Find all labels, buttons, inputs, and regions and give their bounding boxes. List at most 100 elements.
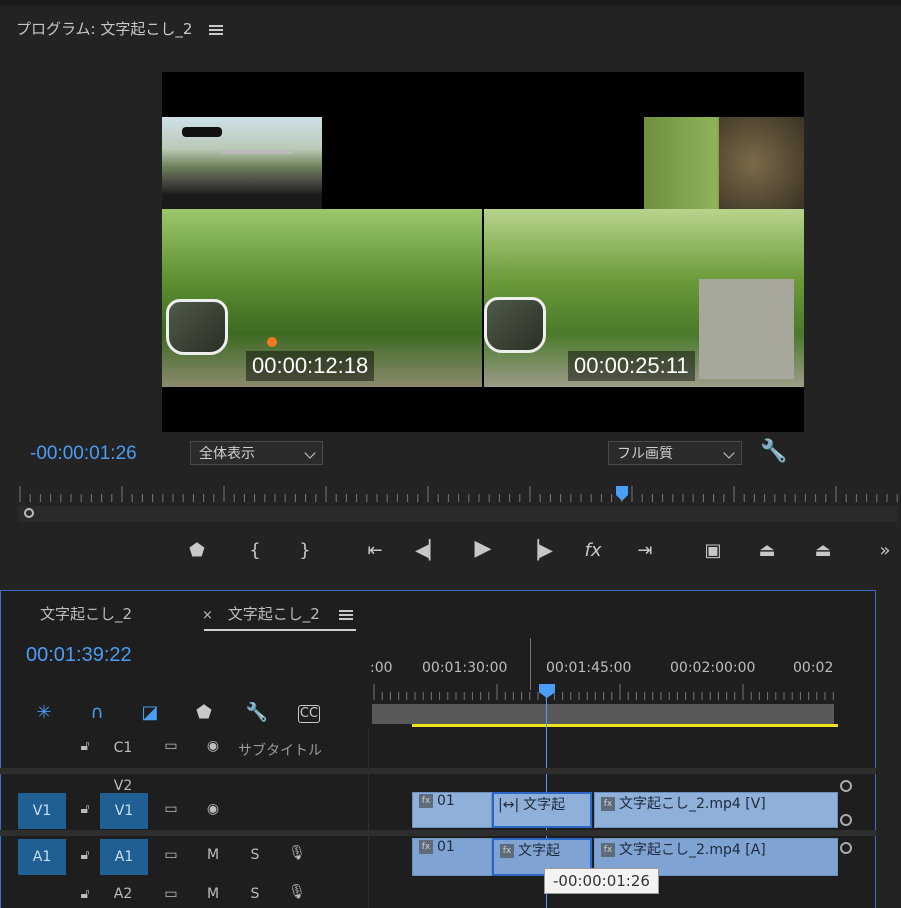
tab-label: 文字起こし_2 [40, 605, 133, 623]
fx-icon: fx [419, 794, 433, 808]
sync-lock-icon[interactable]: ▭ [156, 738, 186, 754]
add-marker-icon[interactable]: ⬟ [192, 702, 216, 723]
snap-magnet-icon[interactable]: ∩ [85, 702, 109, 723]
zoom-level-value: 全体表示 [199, 446, 255, 462]
trim-tooltip: -00:00:01:26 [544, 868, 659, 894]
step-forward-button[interactable]: ▕▶ [524, 540, 554, 561]
lock-icon[interactable]: 🔓︎ [70, 886, 100, 902]
fx-icon[interactable]: fx [578, 540, 608, 561]
sync-lock-icon[interactable]: ▭ [156, 847, 186, 863]
mute-button[interactable]: M [198, 886, 228, 902]
zoom-level-select[interactable]: 全体表示 [190, 441, 323, 465]
ripple-trim-icon: |↔| [498, 797, 520, 813]
video-clip-selected[interactable]: |↔| 文字起 [492, 792, 592, 828]
timeline-timecode[interactable]: 00:01:39:22 [26, 644, 132, 667]
add-marker-button[interactable]: ⬟ [182, 540, 212, 561]
solo-button[interactable]: S [240, 847, 270, 863]
captions-icon[interactable]: CC [298, 705, 320, 723]
insert-button[interactable]: ▣ [698, 540, 728, 561]
microphone-icon[interactable]: 🎙︎ [282, 884, 312, 900]
sync-lock-icon[interactable]: ▭ [156, 886, 186, 902]
program-monitor-title-text: プログラム: 文字起こし_2 [16, 20, 193, 38]
audio-clip[interactable]: fx 01 [412, 838, 492, 876]
work-area-range [412, 724, 838, 727]
fx-icon: fx [601, 843, 615, 857]
track-a1-target[interactable]: A1 [100, 839, 148, 875]
scroll-handle[interactable] [24, 508, 34, 518]
program-zoom-scrollbar[interactable] [18, 506, 898, 522]
source-patch-a1[interactable]: A1 [18, 839, 66, 875]
overlay-timecode-2: 00:00:25:11 [568, 351, 695, 381]
panel-menu-icon[interactable] [338, 609, 353, 620]
linked-selection-icon[interactable]: ◪ [138, 702, 162, 723]
ruler-label: :00 [370, 660, 393, 676]
program-monitor-title: プログラム: 文字起こし_2 [16, 18, 224, 39]
sync-lock-icon[interactable]: ▭ [156, 801, 186, 817]
playback-quality-value: フル画質 [617, 446, 673, 462]
tab-label: 文字起こし_2 [227, 605, 320, 623]
scroll-handle[interactable] [840, 842, 852, 854]
more-controls-button[interactable]: » [870, 540, 900, 561]
panel-menu-icon[interactable] [209, 24, 224, 35]
ruler-label: 00:02:00:00 [670, 660, 756, 676]
fx-icon: fx [419, 840, 433, 854]
timeline-ruler[interactable] [372, 684, 837, 702]
clip-label: 01 [437, 839, 455, 855]
scroll-handle[interactable] [840, 780, 852, 792]
mark-in-button[interactable]: { [240, 540, 270, 561]
microphone-icon[interactable]: 🎙︎ [282, 845, 312, 861]
clip-label: 文字起こし_2.mp4 [A] [619, 842, 766, 858]
extract-button[interactable]: ⏏ [808, 540, 838, 561]
track-v2-label: V2 [113, 778, 133, 794]
overlay-timecode-1: 00:00:12:18 [246, 351, 375, 381]
video-clip[interactable]: fx 文字起こし_2.mp4 [V] [594, 792, 838, 828]
play-button[interactable]: ▶ [468, 536, 498, 561]
fx-icon: fx [500, 844, 514, 858]
playback-quality-select[interactable]: フル画質 [608, 441, 742, 465]
step-back-button[interactable]: ◀▏ [414, 540, 444, 561]
mark-out-button[interactable]: } [290, 540, 320, 561]
fx-icon: fx [601, 797, 615, 811]
edit-line [530, 638, 531, 690]
lift-button[interactable]: ⏏ [752, 540, 782, 561]
tab-sequence-active[interactable]: × 文字起こし_2 [202, 603, 353, 624]
track-v1-target[interactable]: V1 [100, 793, 148, 829]
scene-forest-rock [644, 117, 804, 209]
go-to-out-button[interactable]: ⇥ [630, 540, 660, 561]
track-c1-label: C1 [113, 740, 133, 756]
playhead-icon[interactable] [616, 486, 628, 501]
wrench-icon[interactable]: 🔧 [760, 439, 787, 464]
scroll-handle[interactable] [840, 814, 852, 826]
ruler-label: 00:01:30:00 [422, 660, 508, 676]
track-header-divider [368, 728, 369, 908]
tab-sequence-inactive[interactable]: 文字起こし_2 [40, 603, 132, 624]
lock-icon[interactable]: 🔓︎ [70, 801, 100, 817]
program-current-time[interactable]: -00:00:01:26 [30, 443, 137, 465]
lock-icon[interactable]: 🔓︎ [70, 847, 100, 863]
eye-icon[interactable]: ◉ [198, 801, 228, 817]
ruler-label: 00:02 [793, 660, 834, 676]
nest-toggle-icon[interactable]: ✳ [32, 702, 56, 723]
lock-icon[interactable]: 🔓︎ [70, 738, 100, 754]
scene-dashboard [162, 117, 322, 209]
track-c1-name: サブタイトル [238, 743, 322, 759]
track-separator [0, 830, 876, 836]
close-icon[interactable]: × [202, 608, 213, 623]
track-separator [0, 768, 876, 774]
side-mirror [166, 299, 228, 355]
eye-icon[interactable]: ◉ [198, 738, 228, 754]
mute-button[interactable]: M [198, 847, 228, 863]
program-ruler[interactable] [18, 486, 898, 504]
video-clip[interactable]: fx 01 [412, 792, 492, 828]
go-to-in-button[interactable]: ⇤ [360, 540, 390, 561]
work-area-bar[interactable] [372, 704, 834, 724]
chevron-down-icon [723, 447, 735, 459]
chevron-down-icon [304, 447, 316, 459]
source-patch-v1[interactable]: V1 [18, 793, 66, 829]
track-a2-label: A2 [113, 886, 133, 902]
solo-button[interactable]: S [240, 886, 270, 902]
program-video-frame[interactable]: 00:00:12:18 00:00:25:11 [162, 72, 804, 432]
top-divider [0, 0, 901, 6]
clip-label: 01 [437, 793, 455, 809]
wrench-icon[interactable]: 🔧 [245, 702, 269, 723]
